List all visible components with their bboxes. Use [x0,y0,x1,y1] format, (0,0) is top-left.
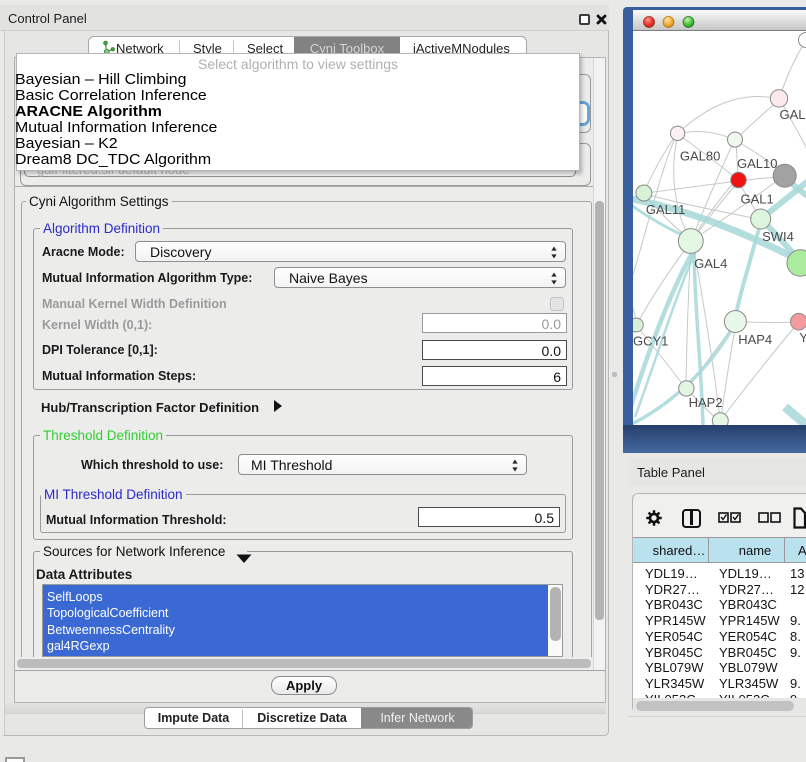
svg-text:Y: Y [799,330,806,345]
svg-text:GAL11: GAL11 [646,202,686,217]
svg-text:HAP2: HAP2 [689,395,723,410]
svg-text:GAL80: GAL80 [680,149,720,164]
svg-text:HAP4: HAP4 [738,332,772,347]
svg-text:GCY1: GCY1 [633,334,668,349]
svg-text:GAL1: GAL1 [741,192,774,207]
svg-text:GAL7: GAL7 [780,107,806,122]
svg-text:GAL10: GAL10 [737,156,777,171]
svg-text:SWI4: SWI4 [762,229,794,244]
svg-text:GAL4: GAL4 [694,256,727,271]
